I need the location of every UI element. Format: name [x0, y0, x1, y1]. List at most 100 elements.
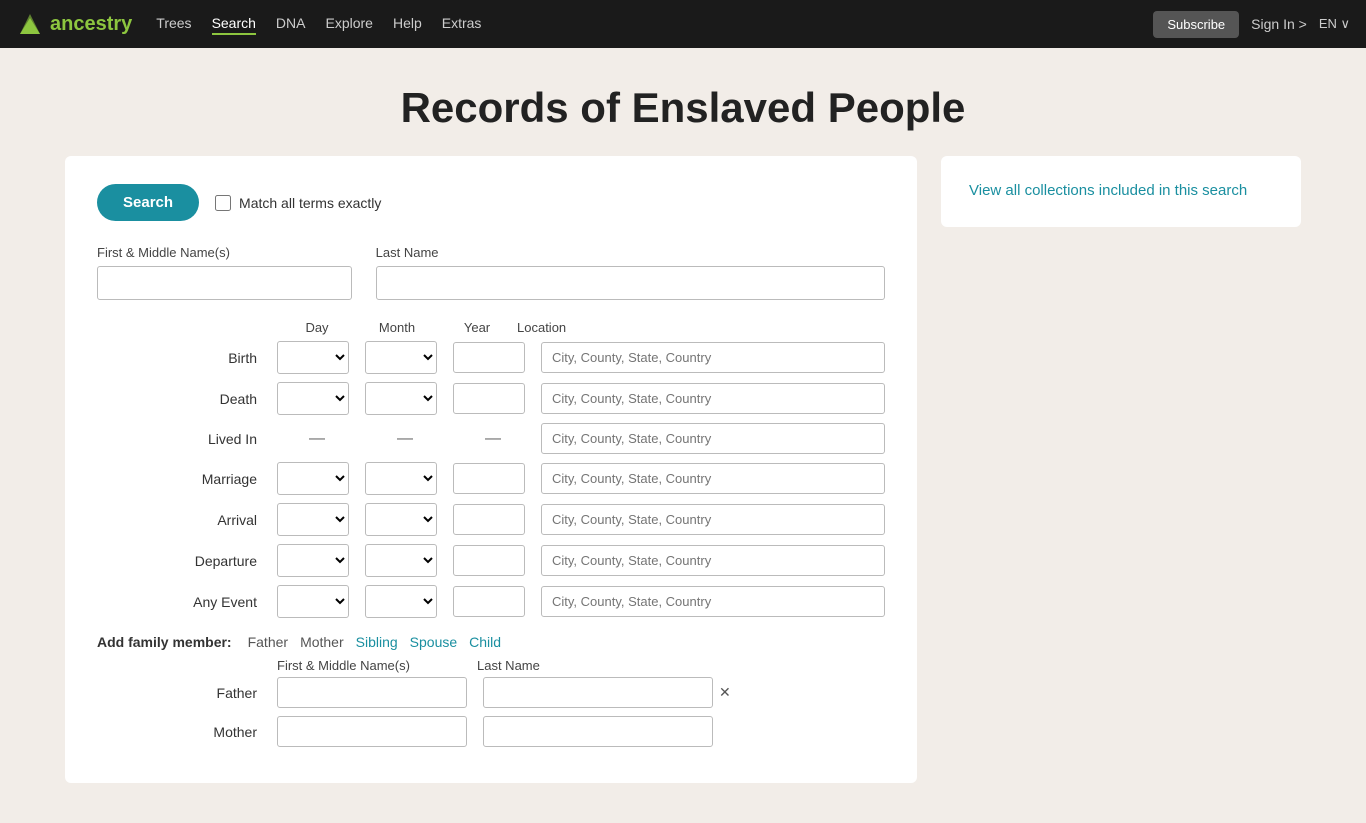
match-exact-label: Match all terms exactly: [215, 195, 381, 211]
livedin-label: Lived In: [97, 431, 277, 447]
arrival-year-group: [453, 504, 533, 535]
arrival-location-input[interactable]: [541, 504, 885, 535]
arrival-label: Arrival: [97, 512, 277, 528]
family-link-child[interactable]: Child: [469, 634, 501, 650]
birth-month-select[interactable]: [365, 341, 437, 374]
collections-card: View all collections included in this se…: [941, 156, 1301, 227]
family-inputs-header: First & Middle Name(s) Last Name: [277, 658, 885, 673]
signin-button[interactable]: Sign In >: [1251, 16, 1307, 32]
family-link-sibling[interactable]: Sibling: [356, 634, 398, 650]
name-row: First & Middle Name(s) Last Name: [97, 245, 885, 300]
anyevent-year-group: [453, 586, 533, 617]
anyevent-month-group: [365, 585, 445, 618]
nav-right: Subscribe Sign In > EN ∨: [1153, 11, 1350, 38]
father-close-button[interactable]: ✕: [719, 684, 731, 701]
death-row: Death: [97, 382, 885, 415]
mother-first-input[interactable]: [277, 716, 467, 747]
marriage-month-select[interactable]: [365, 462, 437, 495]
departure-day-select[interactable]: [277, 544, 349, 577]
departure-day-group: [277, 544, 357, 577]
nav-dna[interactable]: DNA: [276, 15, 306, 31]
departure-year-input[interactable]: [453, 545, 525, 576]
last-name-group: Last Name: [376, 245, 885, 300]
death-year-group: [453, 383, 533, 414]
sidebar: View all collections included in this se…: [941, 156, 1301, 783]
marriage-location-input[interactable]: [541, 463, 885, 494]
death-day-select[interactable]: [277, 382, 349, 415]
family-col-first-header: First & Middle Name(s): [277, 658, 477, 673]
death-month-select[interactable]: [365, 382, 437, 415]
family-link-mother[interactable]: Mother: [300, 634, 344, 650]
marriage-day-select[interactable]: [277, 462, 349, 495]
match-exact-checkbox[interactable]: [215, 195, 231, 211]
marriage-day-group: [277, 462, 357, 495]
livedin-location-input[interactable]: [541, 423, 885, 454]
search-button[interactable]: Search: [97, 184, 199, 221]
birth-day-select[interactable]: [277, 341, 349, 374]
father-first-input[interactable]: [277, 677, 467, 708]
birth-year-group: [453, 342, 533, 373]
search-panel: Search Match all terms exactly First & M…: [65, 156, 917, 783]
anyevent-year-input[interactable]: [453, 586, 525, 617]
death-year-input[interactable]: [453, 383, 525, 414]
father-last-input[interactable]: [483, 677, 713, 708]
header-month: Month: [357, 320, 437, 335]
birth-location-input[interactable]: [541, 342, 885, 373]
arrival-day-select[interactable]: [277, 503, 349, 536]
collections-link[interactable]: View all collections included in this se…: [969, 182, 1247, 199]
birth-year-input[interactable]: [453, 342, 525, 373]
search-top-row: Search Match all terms exactly: [97, 184, 885, 221]
nav-help[interactable]: Help: [393, 15, 422, 31]
match-exact-text: Match all terms exactly: [239, 195, 381, 211]
father-label: Father: [97, 685, 277, 701]
first-middle-input[interactable]: [97, 266, 352, 300]
language-selector[interactable]: EN ∨: [1319, 16, 1350, 32]
birth-month-group: [365, 341, 445, 374]
last-name-input[interactable]: [376, 266, 885, 300]
mother-last-input[interactable]: [483, 716, 713, 747]
anyevent-location-group: [541, 586, 885, 617]
mother-label: Mother: [97, 724, 277, 740]
first-middle-group: First & Middle Name(s): [97, 245, 352, 300]
livedin-year-dash: —: [453, 430, 533, 448]
departure-month-select[interactable]: [365, 544, 437, 577]
event-header-row: Day Month Year Location: [97, 320, 885, 335]
nav-explore[interactable]: Explore: [325, 15, 372, 31]
departure-month-group: [365, 544, 445, 577]
marriage-month-group: [365, 462, 445, 495]
family-link-spouse[interactable]: Spouse: [410, 634, 457, 650]
birth-day-group: [277, 341, 357, 374]
birth-label: Birth: [97, 350, 277, 366]
nav-trees[interactable]: Trees: [156, 15, 191, 31]
family-col-last-header: Last Name: [477, 658, 540, 673]
family-link-father[interactable]: Father: [248, 634, 288, 650]
arrival-row: Arrival: [97, 503, 885, 536]
marriage-year-input[interactable]: [453, 463, 525, 494]
anyevent-day-select[interactable]: [277, 585, 349, 618]
anyevent-location-input[interactable]: [541, 586, 885, 617]
header-location: Location: [517, 320, 885, 335]
marriage-row: Marriage: [97, 462, 885, 495]
first-middle-label: First & Middle Name(s): [97, 245, 352, 260]
page-title: Records of Enslaved People: [0, 84, 1366, 132]
arrival-month-select[interactable]: [365, 503, 437, 536]
anyevent-month-select[interactable]: [365, 585, 437, 618]
marriage-location-group: [541, 463, 885, 494]
arrival-year-input[interactable]: [453, 504, 525, 535]
birth-row: Birth: [97, 341, 885, 374]
logo[interactable]: ancestry: [16, 10, 132, 38]
departure-location-input[interactable]: [541, 545, 885, 576]
nav-extras[interactable]: Extras: [442, 15, 482, 31]
departure-location-group: [541, 545, 885, 576]
death-location-input[interactable]: [541, 383, 885, 414]
departure-row: Departure: [97, 544, 885, 577]
father-input-row: Father ✕: [97, 677, 885, 708]
nav-search[interactable]: Search: [212, 15, 256, 35]
arrival-month-group: [365, 503, 445, 536]
family-links: Father Mother Sibling Spouse Child: [248, 634, 501, 650]
death-label: Death: [97, 391, 277, 407]
departure-label: Departure: [97, 553, 277, 569]
birth-location-group: [541, 342, 885, 373]
page-title-area: Records of Enslaved People: [0, 48, 1366, 156]
subscribe-button[interactable]: Subscribe: [1153, 11, 1239, 38]
